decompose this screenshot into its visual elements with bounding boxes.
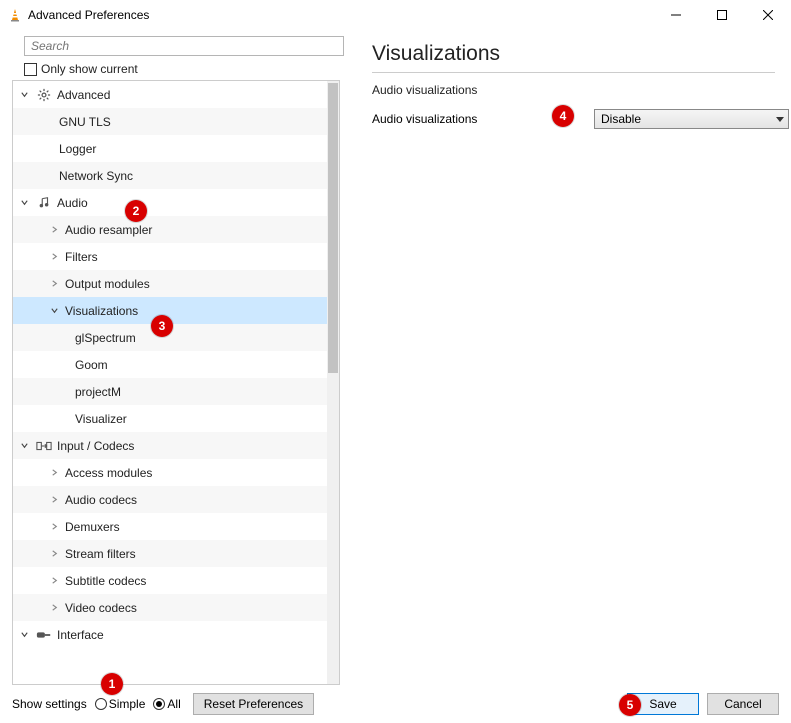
gear-icon	[35, 87, 53, 103]
close-button[interactable]	[745, 0, 791, 30]
chevron-right-icon[interactable]	[49, 252, 59, 262]
tree-item-stream-filters[interactable]: Stream filters	[13, 540, 327, 567]
radio-icon	[153, 698, 165, 710]
vlc-cone-icon	[8, 8, 22, 22]
brush-icon	[35, 627, 53, 643]
annotation-5: 5	[619, 694, 641, 716]
tree-item-label: Audio codecs	[65, 493, 137, 507]
tree-item-label: Logger	[59, 142, 96, 156]
tree-item-label: Access modules	[65, 466, 152, 480]
tree-item-label: Stream filters	[65, 547, 136, 561]
tree-item-output-modules[interactable]: Output modules	[13, 270, 327, 297]
tree-item-advanced[interactable]: Advanced	[13, 81, 327, 108]
tree-item-label: Visualizer	[75, 412, 127, 426]
tree-item-label: Output modules	[65, 277, 150, 291]
tree-item-label: Filters	[65, 250, 98, 264]
tree-item-gnu-tls[interactable]: GNU TLS	[13, 108, 327, 135]
audio-visualizations-dropdown[interactable]: Disable	[594, 109, 789, 129]
chevron-right-icon[interactable]	[49, 225, 59, 235]
tree-item-demuxers[interactable]: Demuxers	[13, 513, 327, 540]
checkbox-icon	[24, 63, 37, 76]
chevron-right-icon[interactable]	[49, 495, 59, 505]
tree-item-label: GNU TLS	[59, 115, 111, 129]
show-settings-label: Show settings	[12, 697, 87, 711]
tree-item-projectm[interactable]: projectM	[13, 378, 327, 405]
tree-item-label: Audio resampler	[65, 223, 152, 237]
annotation-1: 1	[101, 673, 123, 695]
tree-item-subtitle-codecs[interactable]: Subtitle codecs	[13, 567, 327, 594]
tree-item-access-modules[interactable]: Access modules	[13, 459, 327, 486]
chevron-right-icon[interactable]	[49, 279, 59, 289]
radio-icon	[95, 698, 107, 710]
chevron-right-icon[interactable]	[49, 549, 59, 559]
chevron-right-icon[interactable]	[49, 468, 59, 478]
annotation-4: 4	[552, 105, 574, 127]
note-icon	[35, 195, 53, 211]
tree-item-label: Input / Codecs	[57, 439, 134, 453]
tree-item-label: Audio	[57, 196, 88, 210]
preferences-tree: Advanced GNU TLS Logger Network Sync Audio Au…	[12, 80, 340, 685]
chevron-right-icon[interactable]	[49, 576, 59, 586]
cancel-button[interactable]: Cancel	[707, 693, 779, 715]
tree-item-label: Demuxers	[65, 520, 120, 534]
tree-item-label: Subtitle codecs	[65, 574, 146, 588]
tree-item-interface[interactable]: Interface	[13, 621, 327, 648]
tree-item-audio[interactable]: Audio	[13, 189, 327, 216]
panel-section-label: Audio visualizations	[372, 83, 775, 97]
tree-item-label: Goom	[75, 358, 108, 372]
option-label-audio-visualizations: Audio visualizations	[372, 112, 552, 126]
tree-item-logger[interactable]: Logger	[13, 135, 327, 162]
radio-all[interactable]: All	[153, 697, 180, 711]
chevron-down-icon	[776, 117, 784, 122]
tree-item-label: Advanced	[57, 88, 110, 102]
tree-item-label: glSpectrum	[75, 331, 136, 345]
reset-preferences-button[interactable]: Reset Preferences	[193, 693, 314, 715]
tree-item-audio-resampler[interactable]: Audio resampler	[13, 216, 327, 243]
tree-item-filters[interactable]: Filters	[13, 243, 327, 270]
tree-item-input-codecs[interactable]: Input / Codecs	[13, 432, 327, 459]
search-input[interactable]	[24, 36, 344, 56]
chevron-down-icon[interactable]	[49, 306, 59, 316]
titlebar: Advanced Preferences	[0, 0, 791, 30]
only-show-current-checkbox[interactable]: Only show current	[24, 62, 344, 76]
chevron-right-icon[interactable]	[49, 522, 59, 532]
radio-simple[interactable]: Simple	[95, 697, 146, 711]
tree-item-label: projectM	[75, 385, 121, 399]
tree-item-label: Video codecs	[65, 601, 137, 615]
scrollbar-thumb[interactable]	[328, 83, 338, 373]
tree-item-goom[interactable]: Goom	[13, 351, 327, 378]
codec-icon	[35, 438, 53, 454]
tree-scrollbar[interactable]	[327, 81, 339, 684]
dropdown-value: Disable	[601, 112, 641, 126]
tree-item-network-sync[interactable]: Network Sync	[13, 162, 327, 189]
maximize-button[interactable]	[699, 0, 745, 30]
only-show-current-label: Only show current	[41, 62, 138, 76]
chevron-down-icon[interactable]	[19, 630, 29, 640]
panel-heading: Visualizations	[372, 42, 775, 73]
chevron-down-icon[interactable]	[19, 90, 29, 100]
tree-item-audio-codecs[interactable]: Audio codecs	[13, 486, 327, 513]
chevron-right-icon[interactable]	[49, 603, 59, 613]
window-title: Advanced Preferences	[28, 8, 149, 22]
annotation-2: 2	[125, 200, 147, 222]
minimize-button[interactable]	[653, 0, 699, 30]
window-controls	[653, 0, 791, 30]
tree-item-label: Interface	[57, 628, 104, 642]
chevron-down-icon[interactable]	[19, 441, 29, 451]
tree-item-video-codecs[interactable]: Video codecs	[13, 594, 327, 621]
chevron-down-icon[interactable]	[19, 198, 29, 208]
tree-item-label: Visualizations	[65, 304, 138, 318]
tree-item-label: Network Sync	[59, 169, 133, 183]
annotation-3: 3	[151, 315, 173, 337]
tree-item-visualizer[interactable]: Visualizer	[13, 405, 327, 432]
